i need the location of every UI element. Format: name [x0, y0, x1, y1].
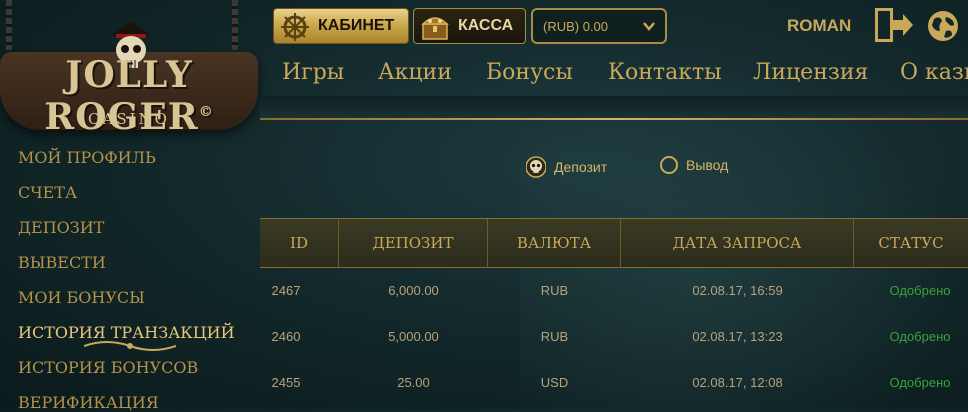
treasure-chest-icon — [421, 17, 449, 40]
col-deposit[interactable]: ДЕПОЗИТ — [339, 219, 488, 267]
col-status[interactable]: СТАТУС — [854, 219, 968, 267]
table-row: 2455 25.00 USD 02.08.17, 12:08 Одобрено — [260, 360, 968, 406]
skull-radio-selected-icon — [526, 156, 546, 178]
cell-amount: 25.00 — [397, 375, 430, 390]
ship-wheel-icon — [281, 13, 309, 41]
balance-value: (RUB) 0.00 — [543, 18, 609, 34]
nav-strip — [260, 96, 968, 118]
globe-icon[interactable] — [926, 9, 960, 43]
sidebar-item-verification[interactable]: ВЕРИФИКАЦИЯ — [18, 393, 159, 412]
radio-circle-icon — [660, 156, 678, 174]
cell-status: Одобрено — [889, 375, 951, 390]
kassa-label: КАССА — [458, 17, 514, 34]
col-id[interactable]: ID — [260, 219, 339, 267]
cell-amount: 5,000.00 — [388, 329, 439, 344]
logo-chain-right — [232, 0, 238, 50]
table-row: 2467 6,000.00 RUB 02.08.17, 16:59 Одобре… — [260, 268, 968, 314]
radio-withdraw-label: Вывод — [686, 157, 729, 173]
radio-withdraw[interactable]: Вывод — [660, 156, 728, 174]
sidebar-item-my-bonuses[interactable]: МОИ БОНУСЫ — [18, 288, 145, 307]
transactions-table: ID ДЕПОЗИТ ВАЛЮТА ДАТА ЗАПРОСА СТАТУС 24… — [260, 218, 968, 406]
chevron-down-icon — [643, 22, 655, 31]
sidebar-item-bonus-history[interactable]: ИСТОРИЯ БОНУСОВ — [18, 358, 198, 377]
cell-date: 02.08.17, 16:59 — [692, 283, 783, 298]
radio-deposit-label: Депозит — [554, 159, 608, 175]
cell-id: 2467 — [271, 283, 301, 298]
cell-status: Одобрено — [889, 283, 951, 298]
logout-icon[interactable] — [873, 6, 915, 44]
nav-item-bonuses[interactable]: Бонусы — [486, 60, 573, 85]
nav-item-about[interactable]: О кази — [900, 60, 968, 85]
logo-subtitle: CASINO — [88, 110, 170, 128]
cell-date: 02.08.17, 13:23 — [692, 329, 783, 344]
table-header: ID ДЕПОЗИТ ВАЛЮТА ДАТА ЗАПРОСА СТАТУС — [260, 218, 968, 268]
sidebar-item-withdraw[interactable]: ВЫВЕСТИ — [18, 253, 106, 272]
logo-chain-left — [6, 0, 12, 50]
cell-status: Одобрено — [889, 329, 951, 344]
cell-id: 2460 — [271, 329, 301, 344]
nav-item-promotions[interactable]: Акции — [378, 60, 452, 85]
nav-item-games[interactable]: Игры — [282, 60, 344, 85]
logo[interactable]: JOLLY ROGER© CASINO — [0, 0, 262, 140]
cell-amount: 6,000.00 — [388, 283, 439, 298]
cabinet-label: КАБИНЕТ — [318, 17, 395, 34]
nav-divider — [260, 118, 968, 120]
balance-select[interactable]: (RUB) 0.00 — [531, 8, 667, 44]
col-currency[interactable]: ВАЛЮТА — [488, 219, 621, 267]
nav-item-contacts[interactable]: Контакты — [608, 60, 722, 85]
username[interactable]: ROMAN — [787, 16, 851, 36]
kassa-button[interactable]: КАССА — [413, 8, 526, 44]
sidebar-item-accounts[interactable]: СЧЕТА — [18, 183, 77, 202]
sidebar-item-deposit[interactable]: ДЕПОЗИТ — [18, 218, 104, 237]
cabinet-button[interactable]: КАБИНЕТ — [273, 8, 409, 44]
cell-id: 2455 — [271, 375, 301, 390]
cell-currency: RUB — [540, 329, 569, 344]
sidebar-item-profile[interactable]: МОЙ ПРОФИЛЬ — [18, 148, 156, 167]
radio-deposit[interactable]: Депозит — [526, 156, 607, 178]
cell-date: 02.08.17, 12:08 — [692, 375, 783, 390]
table-row: 2460 5,000.00 RUB 02.08.17, 13:23 Одобре… — [260, 314, 968, 360]
cell-currency: USD — [540, 375, 569, 390]
main-nav: Игры Акции Бонусы Контакты Лицензия О ка… — [264, 60, 968, 96]
col-request-date[interactable]: ДАТА ЗАПРОСА — [621, 219, 854, 267]
nav-item-license[interactable]: Лицензия — [753, 60, 868, 85]
active-ornament-icon — [84, 341, 176, 351]
cell-currency: RUB — [540, 283, 569, 298]
